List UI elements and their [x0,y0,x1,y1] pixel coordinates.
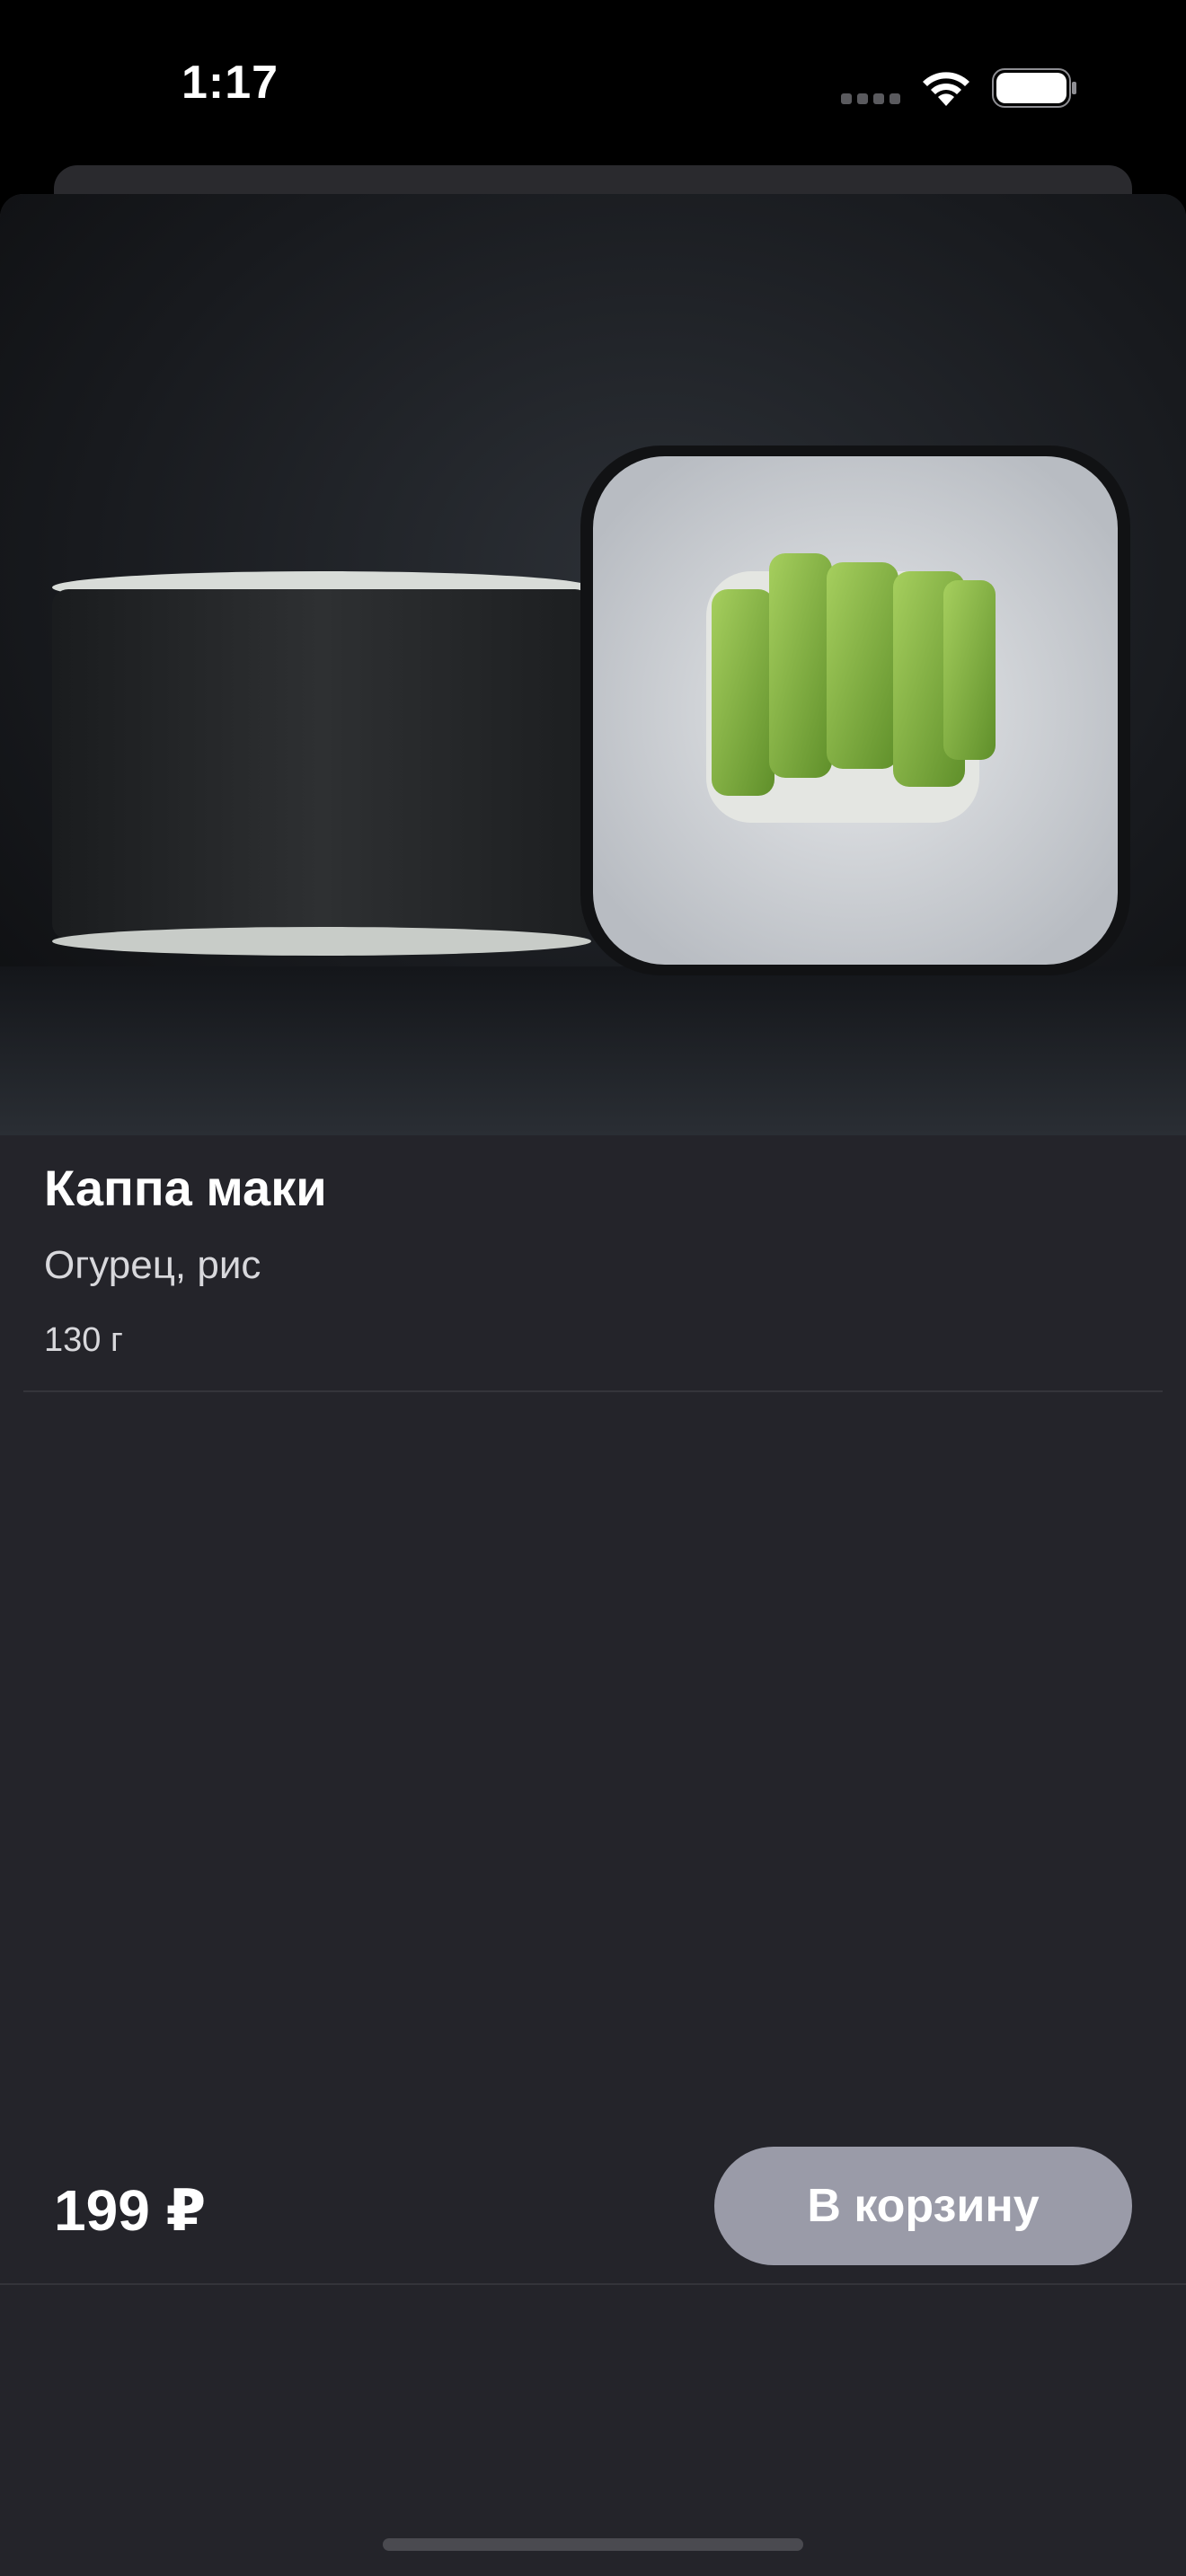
product-detail-screen: 1:17 Каппа маки Огурец, рис 130 г 199 ₽ … [0,0,1186,2576]
product-description: Огурец, рис [44,1243,261,1287]
product-weight: 130 г [44,1321,123,1359]
divider [23,1390,1163,1392]
status-bar: 1:17 [0,0,1186,171]
product-image [0,194,1186,1135]
home-indicator[interactable] [383,2538,803,2551]
cellular-signal-icon [841,93,902,106]
status-time: 1:17 [181,57,279,109]
product-price: 199 ₽ [54,2178,207,2243]
wifi-icon [923,72,969,106]
battery-icon [992,68,1076,108]
add-to-cart-button[interactable]: В корзину [714,2147,1132,2265]
bottom-bar [0,2283,1186,2576]
product-title: Каппа маки [44,1160,327,1216]
